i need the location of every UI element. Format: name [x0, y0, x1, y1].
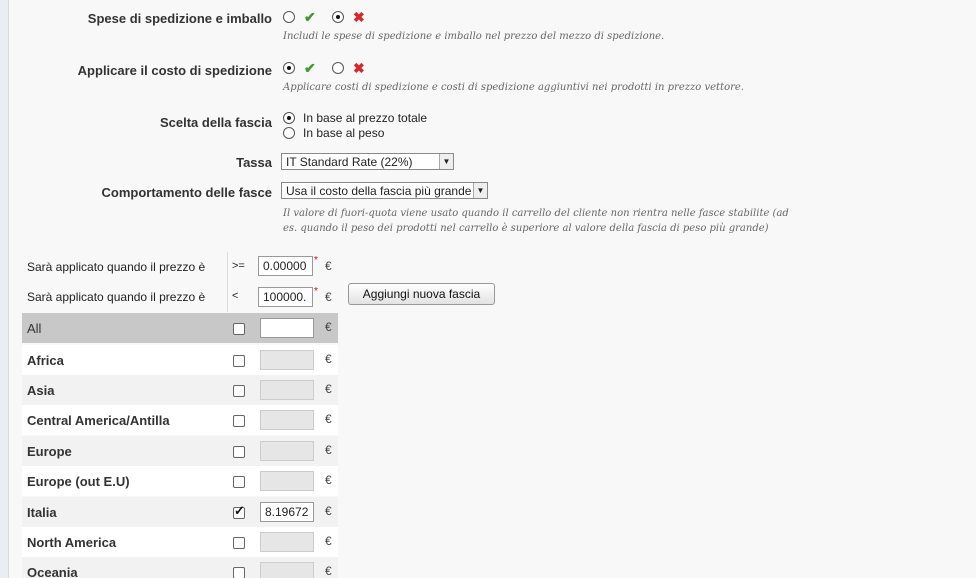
zone-price-input[interactable]: 8.19672: [260, 502, 314, 522]
shipping-handling-label: Spese di spedizione e imballo: [87, 11, 272, 26]
range-choice-label: Scelta della fascia: [159, 115, 272, 130]
zone-checkbox[interactable]: [233, 476, 245, 488]
zone-name: Europe: [27, 444, 72, 459]
currency-label: €: [325, 290, 332, 304]
zone-checkbox[interactable]: [233, 323, 245, 335]
zone-checkbox[interactable]: [233, 446, 245, 458]
zone-checkbox[interactable]: [233, 567, 245, 578]
check-icon: ✔: [304, 60, 316, 76]
range-condition-row: Sarà applicato quando il prezzo è < 1000…: [22, 282, 338, 312]
zone-row: North America €: [22, 527, 338, 557]
zone-name: North America: [27, 535, 117, 550]
range-behavior-hint-line-2: es. quando il peso dei prodotti nel carr…: [283, 223, 769, 234]
zone-price-input[interactable]: [260, 410, 314, 430]
zone-price-input[interactable]: [260, 380, 314, 400]
tax-label: Tassa: [236, 155, 272, 170]
zone-row: Oceania €: [22, 557, 338, 578]
zone-price-input[interactable]: [260, 532, 314, 552]
zone-checkbox[interactable]: [233, 415, 245, 427]
apply-shipping-cost-hint: Applicare costi di spedizione e costi di…: [283, 82, 744, 93]
range-by-weight-label: In base al peso: [303, 126, 385, 140]
zone-name: All: [27, 321, 42, 336]
currency-label: €: [325, 320, 332, 334]
currency-label: €: [325, 382, 332, 396]
required-mark: *: [314, 286, 318, 297]
apply-shipping-cost-yes-radio[interactable]: [283, 62, 295, 74]
zone-price-input[interactable]: [260, 318, 314, 338]
currency-label: €: [325, 534, 332, 548]
zone-row: Europe €: [22, 436, 338, 466]
dropdown-arrow-icon: ▼: [473, 183, 487, 198]
range-min-input[interactable]: 0.00000: [258, 256, 313, 276]
currency-label: €: [325, 504, 332, 518]
zone-row: Asia €: [22, 375, 338, 405]
shipping-handling-hint: Includi le spese di spedizione e imballo…: [283, 31, 665, 42]
divider: [227, 282, 228, 312]
divider: [227, 252, 228, 282]
range-behavior-hint-line-1: Il valore di fuori-quota viene usato qua…: [283, 208, 789, 219]
currency-label: €: [325, 352, 332, 366]
zone-price-input[interactable]: [260, 350, 314, 370]
shipping-handling-no-radio[interactable]: [332, 11, 344, 23]
apply-shipping-cost-no-radio[interactable]: [332, 62, 344, 74]
range-condition-label: Sarà applicato quando il prezzo è: [27, 260, 206, 274]
zone-checkbox[interactable]: [233, 385, 245, 397]
add-range-button[interactable]: Aggiungi nuova fascia: [348, 283, 495, 305]
zone-row: Italia 8.19672 €: [22, 497, 338, 527]
zone-name: Asia: [27, 383, 55, 398]
zone-checkbox[interactable]: [233, 537, 245, 549]
currency-label: €: [325, 473, 332, 487]
cross-icon: ✖: [353, 60, 365, 76]
zone-row-all: All €: [22, 313, 338, 343]
zone-name: Europe (out E.U): [27, 474, 130, 489]
currency-label: €: [325, 412, 332, 426]
dropdown-arrow-icon: ▼: [439, 154, 453, 169]
range-behavior-select-value: Usa il costo della fascia più grande: [286, 184, 472, 198]
tax-select[interactable]: IT Standard Rate (22%) ▼: [281, 153, 454, 170]
zone-price-input[interactable]: [260, 562, 314, 578]
range-behavior-label: Comportamento delle fasce: [101, 185, 273, 200]
range-behavior-select[interactable]: Usa il costo della fascia più grande ▼: [281, 182, 488, 199]
range-by-price-radio[interactable]: [283, 112, 295, 124]
zone-checkbox[interactable]: [233, 503, 245, 519]
zone-row: Central America/Antilla €: [22, 405, 338, 435]
cross-icon: ✖: [353, 9, 365, 25]
range-condition-label: Sarà applicato quando il prezzo è: [27, 290, 206, 304]
zone-name: Central America/Antilla: [27, 413, 170, 428]
zone-name: Italia: [27, 505, 57, 520]
currency-label: €: [325, 443, 332, 457]
left-panel-border: [0, 0, 9, 578]
zone-name: Oceania: [27, 565, 78, 578]
check-icon: ✔: [304, 9, 316, 25]
apply-shipping-cost-label: Applicare il costo di spedizione: [77, 63, 272, 78]
zone-price-input[interactable]: [260, 441, 314, 461]
zone-row: Africa €: [22, 345, 338, 375]
zone-price-input[interactable]: [260, 471, 314, 491]
range-behavior-hint: Il valore di fuori-quota viene usato qua…: [283, 206, 789, 236]
zone-row: Europe (out E.U) €: [22, 466, 338, 496]
currency-label: €: [325, 259, 332, 273]
currency-label: €: [325, 564, 332, 578]
zone-name: Africa: [27, 353, 64, 368]
tax-select-value: IT Standard Rate (22%): [286, 155, 413, 169]
zone-checkbox[interactable]: [233, 355, 245, 367]
range-operator: >=: [232, 260, 245, 272]
range-condition-row: Sarà applicato quando il prezzo è >= 0.0…: [22, 252, 338, 282]
range-by-weight-radio[interactable]: [283, 127, 295, 139]
required-mark: *: [314, 255, 318, 266]
range-by-price-label: In base al prezzo totale: [303, 111, 428, 125]
shipping-handling-yes-radio[interactable]: [283, 11, 295, 23]
range-max-input[interactable]: 100000.: [258, 287, 313, 307]
range-operator: <: [232, 290, 239, 302]
